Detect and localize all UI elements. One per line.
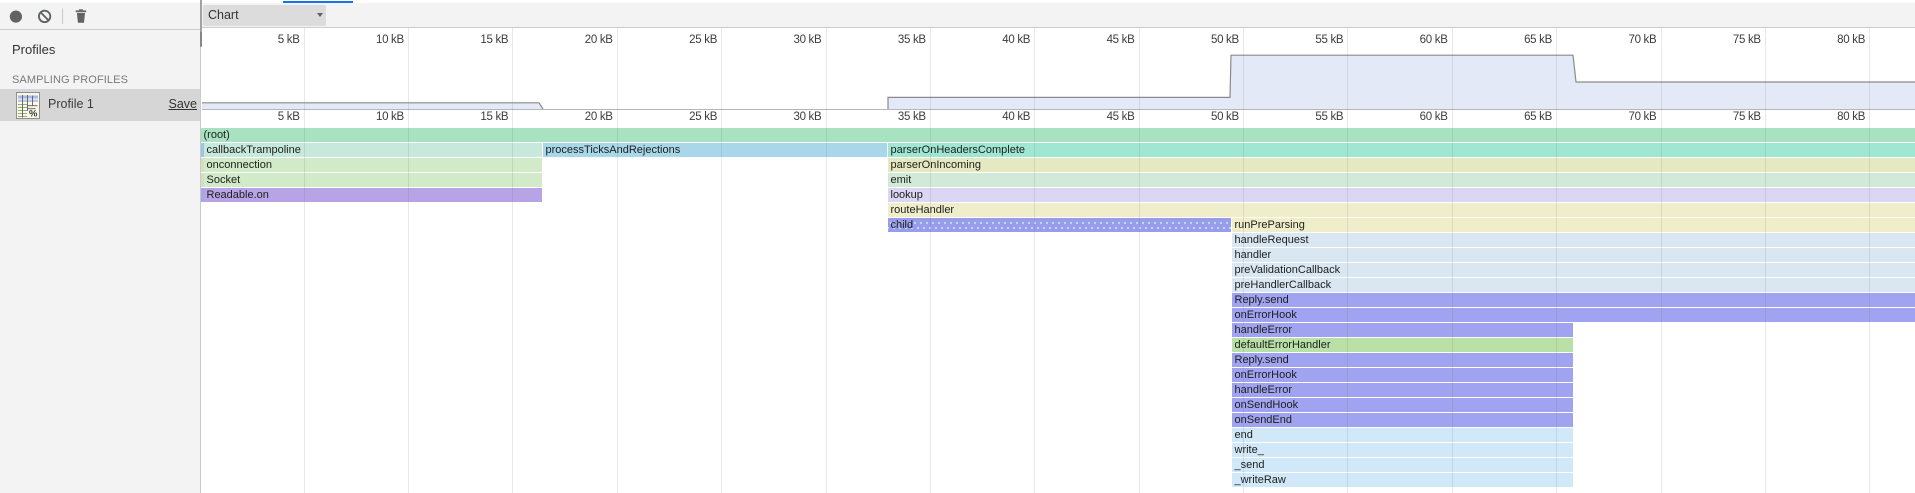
svg-text:%: % xyxy=(29,109,38,119)
